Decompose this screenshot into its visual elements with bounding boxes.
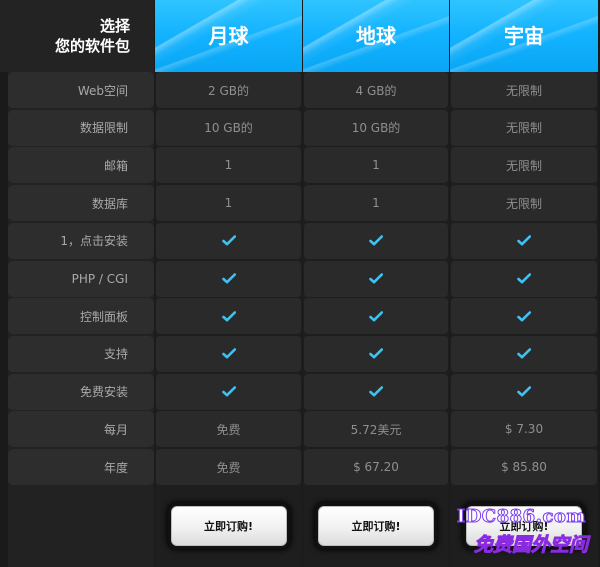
feature-label: 年度 (8, 449, 154, 485)
feature-value-cell (156, 298, 301, 335)
feature-value: 无限制 (451, 147, 597, 184)
order-button-wrap-1: 立即订购! (155, 498, 302, 554)
feature-value-cell (156, 260, 301, 297)
feature-value-cell (304, 222, 448, 259)
feature-row: Web空间 2 GB的 4 GB的 无限制 (8, 72, 598, 108)
feature-value-cell (304, 260, 448, 297)
checkmark-icon (221, 273, 236, 284)
feature-value-cell (451, 298, 597, 335)
checkmark-icon (517, 386, 531, 397)
feature-value: $ 85.80 (451, 449, 597, 485)
feature-value-cell (304, 335, 448, 372)
feature-value-cell (451, 335, 597, 372)
corner-title-line1: 选择 (99, 17, 130, 35)
feature-value-cell (451, 260, 597, 297)
order-button-wrap-2: 立即订购! (303, 498, 449, 554)
plan-header-earth: 地球 (303, 0, 449, 72)
feature-value-cell (156, 222, 301, 259)
order-button-wrap-3: 立即订购! (450, 498, 598, 554)
checkmark-icon (221, 310, 236, 322)
feature-value: 10 GB的 (304, 109, 448, 146)
feature-label: 数据库 (8, 185, 154, 222)
feature-value: 10 GB的 (156, 109, 301, 146)
feature-label: 数据限制 (8, 109, 154, 146)
feature-row: 控制面板 (8, 298, 598, 335)
feature-value: 5.72美元 (304, 411, 448, 448)
feature-value: 无限制 (451, 109, 597, 146)
feature-value: 1 (304, 147, 448, 184)
feature-label: 1，点击安装 (8, 222, 154, 259)
plan-name: 宇宙 (504, 23, 544, 48)
plan-name: 地球 (356, 23, 396, 48)
pricing-table: 选择 您的软件包 月球 地球 宇宙 Web空间 2 GB的 4 GB的 无限制 数据限制… (0, 0, 600, 567)
feature-label: 控制面板 (8, 298, 154, 335)
table-corner-header: 选择 您的软件包 (0, 0, 154, 72)
checkmark-icon (369, 386, 383, 397)
checkmark-icon (517, 273, 531, 284)
plan-name: 月球 (208, 23, 249, 48)
feature-value-cell (451, 373, 597, 410)
feature-value: 免费 (156, 449, 301, 485)
feature-value-cell (156, 373, 301, 410)
checkmark-icon (517, 348, 531, 359)
checkmark-icon (369, 348, 383, 359)
checkmark-icon (221, 386, 236, 397)
feature-value: 1 (156, 185, 301, 222)
feature-row: 免费安装 (8, 373, 598, 410)
feature-row: PHP / CGI (8, 260, 598, 297)
feature-value: 4 GB的 (304, 72, 448, 108)
feature-label: 支持 (8, 335, 154, 372)
feature-value: $ 67.20 (304, 449, 448, 485)
checkmark-icon (221, 348, 236, 359)
feature-value-cell (304, 373, 448, 410)
feature-label: 每月 (8, 411, 154, 448)
feature-value: 1 (304, 185, 448, 222)
plan-header-moon: 月球 (155, 0, 302, 72)
plan-header-universe: 宇宙 (450, 0, 598, 72)
feature-row: 每月 免费 5.72美元 $ 7.30 (8, 411, 598, 448)
feature-value: 2 GB的 (156, 72, 301, 108)
feature-value: 免费 (156, 411, 301, 448)
checkmark-icon (517, 235, 531, 246)
feature-label: Web空间 (8, 72, 154, 108)
checkmark-icon (517, 310, 531, 322)
corner-title-line2: 您的软件包 (54, 37, 130, 55)
checkmark-icon (369, 310, 383, 322)
feature-row: 数据限制 10 GB的 10 GB的 无限制 (8, 109, 598, 146)
feature-value: 1 (156, 147, 301, 184)
order-now-button[interactable]: 立即订购! (466, 506, 582, 546)
checkmark-icon (221, 235, 236, 246)
order-now-button[interactable]: 立即订购! (170, 506, 287, 546)
feature-row: 支持 (8, 335, 598, 372)
feature-value-cell (156, 335, 301, 372)
feature-label: 邮箱 (8, 147, 154, 184)
feature-value: 无限制 (451, 72, 597, 108)
feature-value: $ 7.30 (451, 411, 597, 448)
feature-row: 邮箱 1 1 无限制 (8, 147, 598, 184)
feature-row: 年度 免费 $ 67.20 $ 85.80 (8, 449, 598, 485)
feature-value-cell (304, 298, 448, 335)
order-now-button[interactable]: 立即订购! (318, 506, 434, 546)
feature-value-cell (451, 222, 597, 259)
feature-label: PHP / CGI (8, 260, 154, 297)
feature-row: 1，点击安装 (8, 222, 598, 259)
checkmark-icon (369, 273, 383, 284)
feature-row: 数据库 1 1 无限制 (8, 185, 598, 222)
feature-value: 无限制 (451, 185, 597, 222)
feature-label: 免费安装 (8, 373, 154, 410)
checkmark-icon (369, 235, 383, 246)
